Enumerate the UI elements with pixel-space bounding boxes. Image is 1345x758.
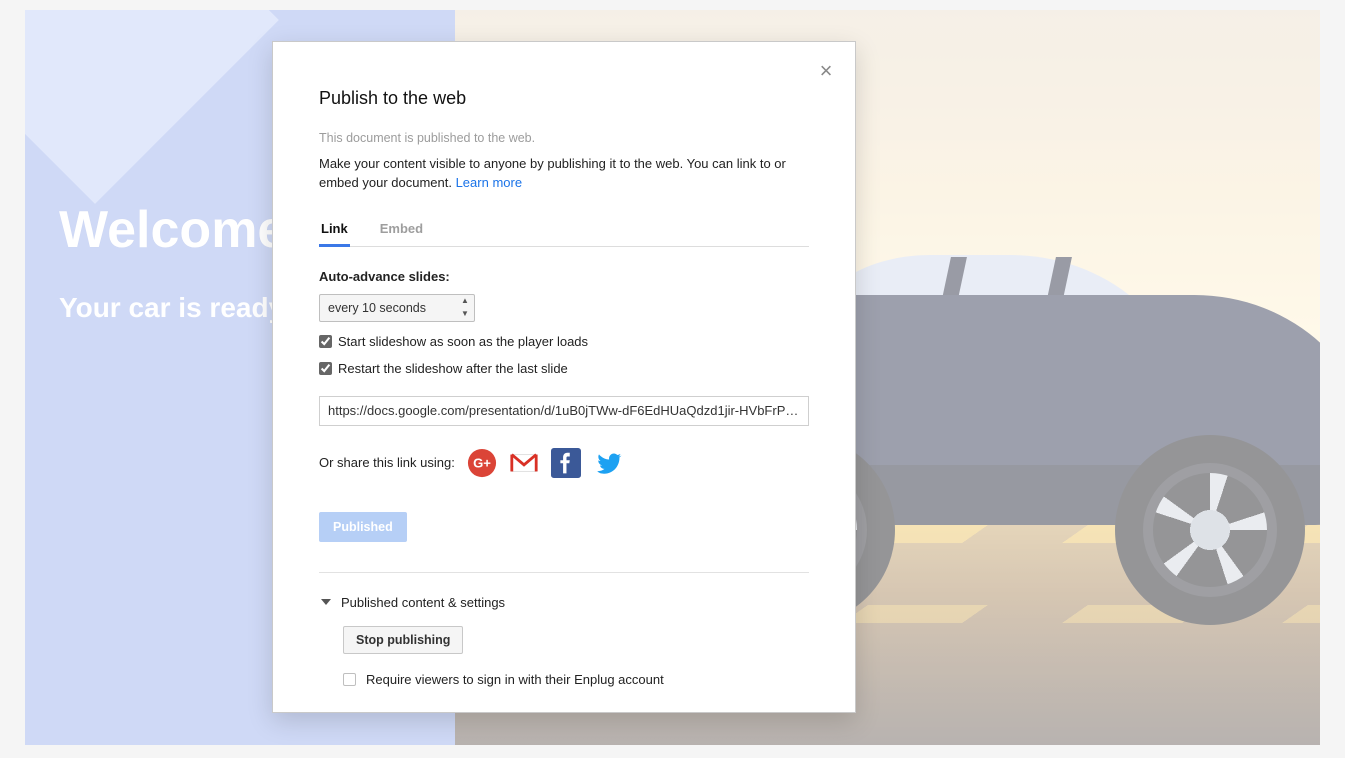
section-divider: [319, 572, 809, 573]
checkbox-restart-label: Restart the slideshow after the last sli…: [338, 361, 568, 376]
welcome-heading: Welcome: [59, 200, 286, 260]
auto-advance-value[interactable]: every 10 seconds: [319, 294, 475, 322]
auto-advance-label: Auto-advance slides:: [319, 269, 809, 284]
stop-publishing-button[interactable]: Stop publishing: [343, 626, 463, 654]
gmail-icon[interactable]: [509, 448, 539, 478]
require-signin-row[interactable]: Require viewers to sign in with their En…: [343, 672, 809, 687]
tab-link[interactable]: Link: [319, 221, 350, 247]
auto-advance-select[interactable]: every 10 seconds ▲▼: [319, 294, 475, 322]
welcome-subtitle: Your car is ready.: [59, 292, 290, 324]
dialog-title: Publish to the web: [319, 88, 809, 109]
dialog-description: Make your content visible to anyone by p…: [319, 155, 809, 193]
tab-embed[interactable]: Embed: [378, 221, 425, 247]
publish-dialog: × Publish to the web This document is pu…: [272, 41, 856, 713]
google-plus-icon[interactable]: G+: [467, 448, 497, 478]
published-button[interactable]: Published: [319, 512, 407, 542]
checkbox-restart-slideshow[interactable]: Restart the slideshow after the last sli…: [319, 361, 809, 376]
require-signin-checkbox[interactable]: [343, 673, 356, 686]
published-status-note: This document is published to the web.: [319, 131, 809, 145]
dialog-description-text: Make your content visible to anyone by p…: [319, 156, 786, 190]
tab-bar: Link Embed: [319, 221, 809, 247]
published-url-input[interactable]: [319, 396, 809, 426]
checkbox-start-label: Start slideshow as soon as the player lo…: [338, 334, 588, 349]
facebook-icon[interactable]: [551, 448, 581, 478]
checkbox-start-input[interactable]: [319, 335, 332, 348]
checkbox-start-slideshow[interactable]: Start slideshow as soon as the player lo…: [319, 334, 809, 349]
svg-text:G+: G+: [473, 455, 491, 470]
expander-label: Published content & settings: [341, 595, 505, 610]
select-stepper-icon[interactable]: ▲▼: [456, 295, 474, 321]
chevron-down-icon: [321, 599, 331, 605]
published-settings-expander[interactable]: Published content & settings: [321, 595, 809, 610]
learn-more-link[interactable]: Learn more: [456, 175, 522, 190]
require-signin-label: Require viewers to sign in with their En…: [366, 672, 664, 687]
checkbox-restart-input[interactable]: [319, 362, 332, 375]
close-icon[interactable]: ×: [815, 60, 837, 82]
twitter-icon[interactable]: [593, 448, 623, 478]
share-row: Or share this link using: G+: [319, 448, 809, 478]
share-label: Or share this link using:: [319, 455, 455, 470]
